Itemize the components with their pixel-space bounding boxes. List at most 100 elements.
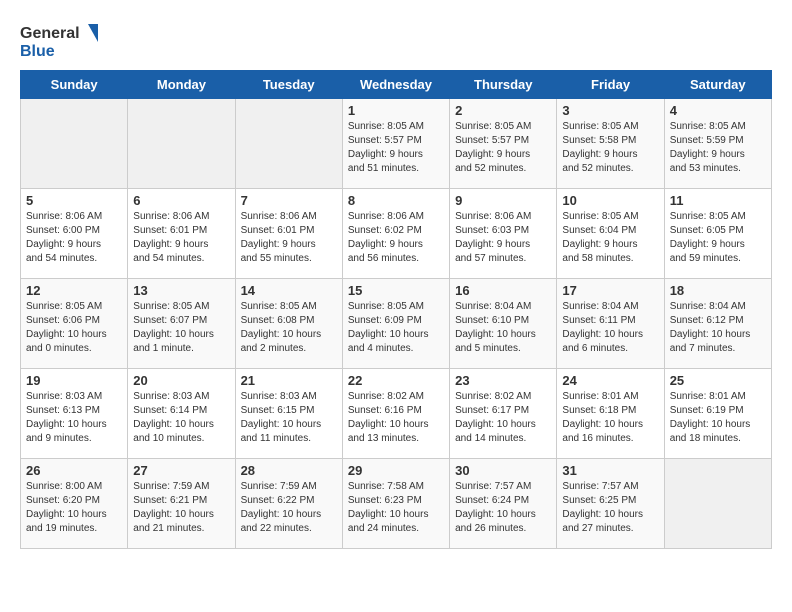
day-info: Sunrise: 8:06 AM Sunset: 6:03 PM Dayligh…	[455, 210, 551, 266]
day-cell	[664, 459, 771, 549]
day-number: 12	[26, 283, 122, 298]
day-info: Sunrise: 8:05 AM Sunset: 6:08 PM Dayligh…	[241, 300, 337, 356]
day-number: 19	[26, 373, 122, 388]
day-cell: 17 Sunrise: 8:04 AM Sunset: 6:11 PM Dayli…	[557, 279, 664, 369]
day-info: Sunrise: 7:59 AM Sunset: 6:21 PM Dayligh…	[133, 480, 229, 536]
day-info: Sunrise: 7:59 AM Sunset: 6:22 PM Dayligh…	[241, 480, 337, 536]
day-cell: 10 Sunrise: 8:05 AM Sunset: 6:04 PM Dayli…	[557, 189, 664, 279]
day-info: Sunrise: 8:05 AM Sunset: 5:58 PM Dayligh…	[562, 120, 658, 176]
day-cell: 21 Sunrise: 8:03 AM Sunset: 6:15 PM Dayli…	[235, 369, 342, 459]
day-number: 11	[670, 193, 766, 208]
day-info: Sunrise: 8:04 AM Sunset: 6:12 PM Dayligh…	[670, 300, 766, 356]
day-number: 18	[670, 283, 766, 298]
header-row: SundayMondayTuesdayWednesdayThursdayFrid…	[21, 71, 772, 99]
day-cell: 14Sunrise: 8:05 AM Sunset: 6:08 PM Dayli…	[235, 279, 342, 369]
day-number: 24	[562, 373, 658, 388]
day-cell: 7 Sunrise: 8:06 AM Sunset: 6:01 PM Daylig…	[235, 189, 342, 279]
day-info: Sunrise: 7:57 AM Sunset: 6:25 PM Dayligh…	[562, 480, 658, 536]
day-cell: 18 Sunrise: 8:04 AM Sunset: 6:12 PM Dayli…	[664, 279, 771, 369]
day-cell: 27 Sunrise: 7:59 AM Sunset: 6:21 PM Dayli…	[128, 459, 235, 549]
week-row-2: 5Sunrise: 8:06 AM Sunset: 6:00 PM Daylig…	[21, 189, 772, 279]
week-row-5: 26 Sunrise: 8:00 AM Sunset: 6:20 PM Dayli…	[21, 459, 772, 549]
day-number: 2	[455, 103, 551, 118]
day-number: 17	[562, 283, 658, 298]
day-cell: 22 Sunrise: 8:02 AM Sunset: 6:16 PM Dayli…	[342, 369, 449, 459]
header-cell-friday: Friday	[557, 71, 664, 99]
svg-text:General: General	[20, 25, 80, 42]
day-info: Sunrise: 8:01 AM Sunset: 6:19 PM Dayligh…	[670, 390, 766, 446]
week-row-4: 19 Sunrise: 8:03 AM Sunset: 6:13 PM Dayli…	[21, 369, 772, 459]
header-cell-wednesday: Wednesday	[342, 71, 449, 99]
day-cell	[235, 99, 342, 189]
day-number: 5	[26, 193, 122, 208]
day-cell: 12 Sunrise: 8:05 AM Sunset: 6:06 PM Dayli…	[21, 279, 128, 369]
day-cell: 25 Sunrise: 8:01 AM Sunset: 6:19 PM Dayli…	[664, 369, 771, 459]
day-info: Sunrise: 8:05 AM Sunset: 6:09 PM Dayligh…	[348, 300, 444, 356]
day-number: 27	[133, 463, 229, 478]
header-cell-thursday: Thursday	[450, 71, 557, 99]
header-cell-saturday: Saturday	[664, 71, 771, 99]
day-cell: 8 Sunrise: 8:06 AM Sunset: 6:02 PM Daylig…	[342, 189, 449, 279]
svg-text:Blue: Blue	[20, 43, 55, 60]
day-info: Sunrise: 8:04 AM Sunset: 6:10 PM Dayligh…	[455, 300, 551, 356]
header-cell-sunday: Sunday	[21, 71, 128, 99]
day-cell: 31Sunrise: 7:57 AM Sunset: 6:25 PM Dayli…	[557, 459, 664, 549]
day-number: 20	[133, 373, 229, 388]
day-cell: 24 Sunrise: 8:01 AM Sunset: 6:18 PM Dayli…	[557, 369, 664, 459]
week-row-3: 12 Sunrise: 8:05 AM Sunset: 6:06 PM Dayli…	[21, 279, 772, 369]
day-cell: 5Sunrise: 8:06 AM Sunset: 6:00 PM Daylig…	[21, 189, 128, 279]
day-cell: 20Sunrise: 8:03 AM Sunset: 6:14 PM Dayli…	[128, 369, 235, 459]
day-number: 6	[133, 193, 229, 208]
day-info: Sunrise: 8:05 AM Sunset: 6:06 PM Dayligh…	[26, 300, 122, 356]
day-cell: 3Sunrise: 8:05 AM Sunset: 5:58 PM Daylig…	[557, 99, 664, 189]
header-cell-tuesday: Tuesday	[235, 71, 342, 99]
calendar-body: 1Sunrise: 8:05 AM Sunset: 5:57 PM Daylig…	[21, 99, 772, 549]
day-info: Sunrise: 8:05 AM Sunset: 5:57 PM Dayligh…	[348, 120, 444, 176]
day-cell: 4 Sunrise: 8:05 AM Sunset: 5:59 PM Daylig…	[664, 99, 771, 189]
logo: GeneralBlue	[20, 20, 110, 60]
day-cell: 11 Sunrise: 8:05 AM Sunset: 6:05 PM Dayli…	[664, 189, 771, 279]
day-number: 7	[241, 193, 337, 208]
day-info: Sunrise: 8:02 AM Sunset: 6:17 PM Dayligh…	[455, 390, 551, 446]
day-info: Sunrise: 8:03 AM Sunset: 6:15 PM Dayligh…	[241, 390, 337, 446]
day-number: 23	[455, 373, 551, 388]
day-number: 26	[26, 463, 122, 478]
day-cell: 16 Sunrise: 8:04 AM Sunset: 6:10 PM Dayli…	[450, 279, 557, 369]
day-number: 9	[455, 193, 551, 208]
day-info: Sunrise: 8:02 AM Sunset: 6:16 PM Dayligh…	[348, 390, 444, 446]
day-number: 13	[133, 283, 229, 298]
day-info: Sunrise: 8:05 AM Sunset: 6:05 PM Dayligh…	[670, 210, 766, 266]
day-cell: 30 Sunrise: 7:57 AM Sunset: 6:24 PM Dayli…	[450, 459, 557, 549]
day-cell: 28 Sunrise: 7:59 AM Sunset: 6:22 PM Dayli…	[235, 459, 342, 549]
day-number: 16	[455, 283, 551, 298]
day-number: 22	[348, 373, 444, 388]
day-number: 21	[241, 373, 337, 388]
day-number: 30	[455, 463, 551, 478]
day-number: 10	[562, 193, 658, 208]
day-info: Sunrise: 8:04 AM Sunset: 6:11 PM Dayligh…	[562, 300, 658, 356]
day-cell: 29Sunrise: 7:58 AM Sunset: 6:23 PM Dayli…	[342, 459, 449, 549]
day-info: Sunrise: 8:05 AM Sunset: 5:57 PM Dayligh…	[455, 120, 551, 176]
calendar-header: SundayMondayTuesdayWednesdayThursdayFrid…	[21, 71, 772, 99]
day-info: Sunrise: 7:57 AM Sunset: 6:24 PM Dayligh…	[455, 480, 551, 536]
day-info: Sunrise: 8:06 AM Sunset: 6:02 PM Dayligh…	[348, 210, 444, 266]
day-info: Sunrise: 8:06 AM Sunset: 6:01 PM Dayligh…	[241, 210, 337, 266]
day-info: Sunrise: 8:05 AM Sunset: 5:59 PM Dayligh…	[670, 120, 766, 176]
day-number: 28	[241, 463, 337, 478]
day-cell: 26 Sunrise: 8:00 AM Sunset: 6:20 PM Dayli…	[21, 459, 128, 549]
day-info: Sunrise: 8:06 AM Sunset: 6:01 PM Dayligh…	[133, 210, 229, 266]
day-cell	[128, 99, 235, 189]
day-cell: 6 Sunrise: 8:06 AM Sunset: 6:01 PM Daylig…	[128, 189, 235, 279]
page-header: GeneralBlue	[20, 20, 772, 60]
day-info: Sunrise: 8:01 AM Sunset: 6:18 PM Dayligh…	[562, 390, 658, 446]
day-cell: 13Sunrise: 8:05 AM Sunset: 6:07 PM Dayli…	[128, 279, 235, 369]
day-cell: 23 Sunrise: 8:02 AM Sunset: 6:17 PM Dayli…	[450, 369, 557, 459]
day-number: 25	[670, 373, 766, 388]
day-info: Sunrise: 8:00 AM Sunset: 6:20 PM Dayligh…	[26, 480, 122, 536]
day-info: Sunrise: 8:05 AM Sunset: 6:04 PM Dayligh…	[562, 210, 658, 266]
day-info: Sunrise: 8:03 AM Sunset: 6:13 PM Dayligh…	[26, 390, 122, 446]
header-cell-monday: Monday	[128, 71, 235, 99]
day-number: 4	[670, 103, 766, 118]
day-number: 15	[348, 283, 444, 298]
day-number: 8	[348, 193, 444, 208]
